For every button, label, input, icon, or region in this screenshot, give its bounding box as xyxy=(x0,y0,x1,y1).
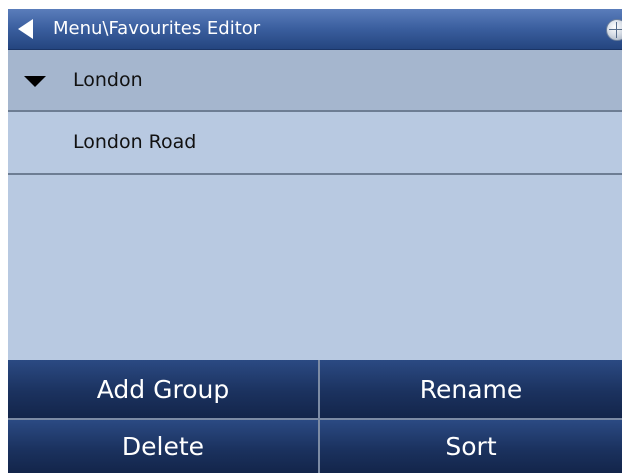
button-divider-vertical xyxy=(318,360,320,473)
expand-arrow-icon[interactable] xyxy=(24,76,46,87)
globe-icon[interactable] xyxy=(606,19,622,41)
back-arrow-icon xyxy=(17,19,33,39)
favourites-list: London London Road xyxy=(8,50,622,175)
page-title: Menu\Favourites Editor xyxy=(53,18,261,39)
delete-button[interactable]: Delete xyxy=(8,420,318,473)
group-row-london[interactable]: London xyxy=(8,50,622,112)
title-bar: Menu\Favourites Editor xyxy=(8,9,622,50)
button-divider-horizontal xyxy=(8,418,622,420)
list-item-london-road[interactable]: London Road xyxy=(8,112,622,175)
add-group-button[interactable]: Add Group xyxy=(8,360,318,418)
group-label: London xyxy=(73,69,143,91)
favourites-editor-window: Menu\Favourites Editor London London Roa… xyxy=(8,9,622,473)
item-label: London Road xyxy=(73,131,197,153)
sort-button[interactable]: Sort xyxy=(320,420,622,473)
rename-button[interactable]: Rename xyxy=(320,360,622,418)
back-button[interactable] xyxy=(8,9,42,49)
